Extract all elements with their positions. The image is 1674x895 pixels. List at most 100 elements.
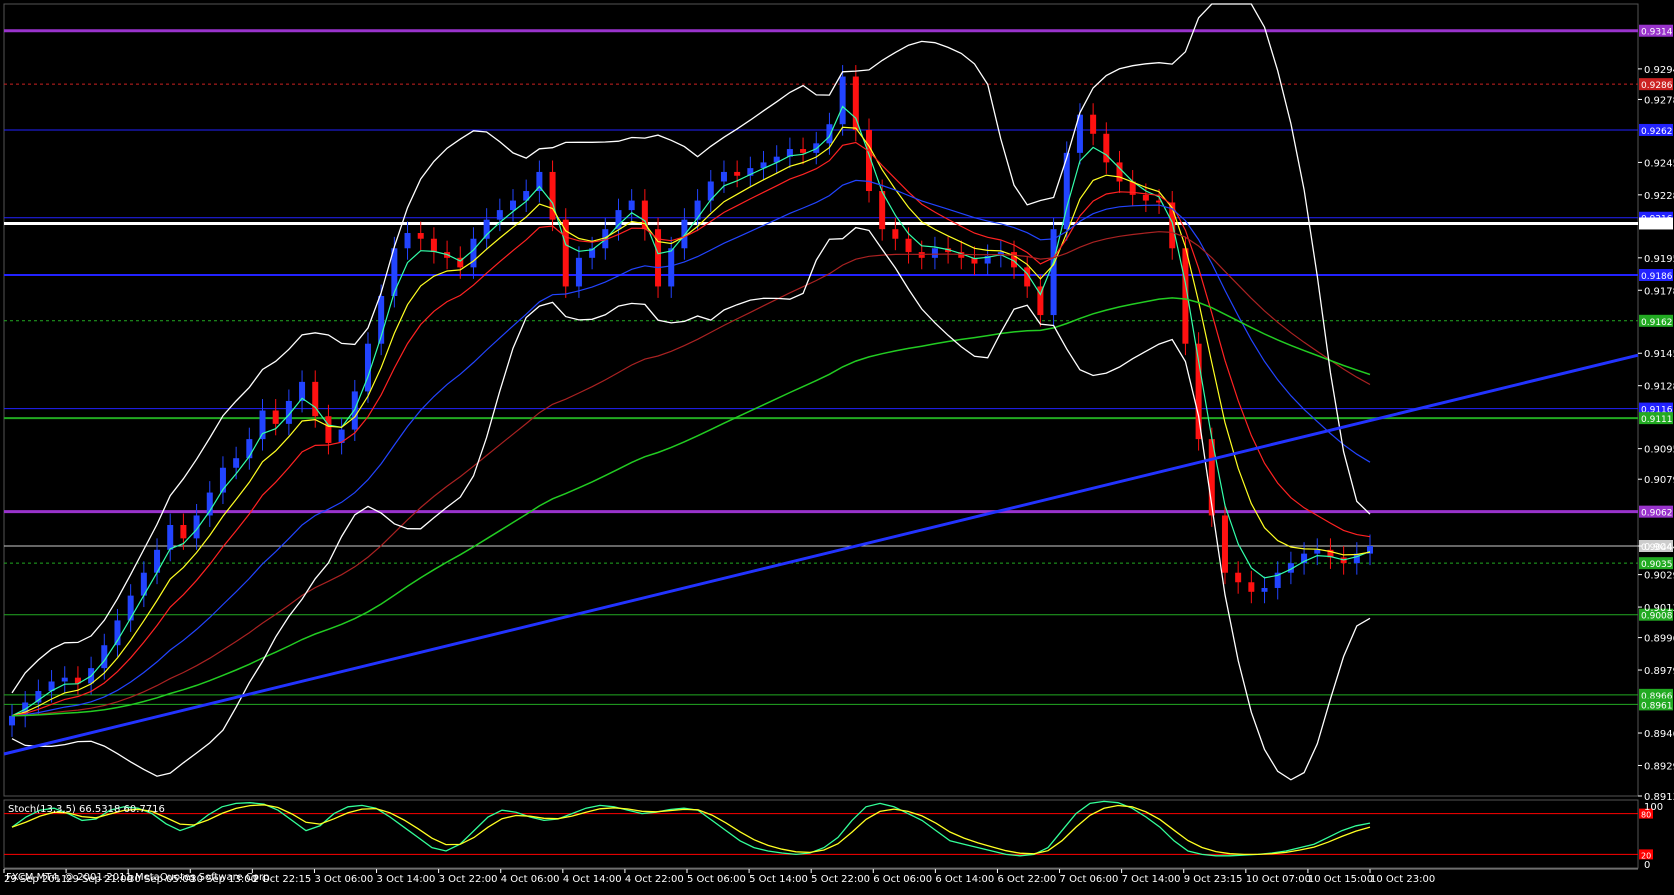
time-tick-label: 9 Oct 23:15: [1184, 874, 1243, 885]
oscillator-signal-line: [11, 804, 1371, 856]
level-price-label: 0.9314: [1641, 28, 1673, 38]
price-tick-label: 0.8946: [1644, 729, 1674, 740]
level-price-label: 0.9111: [1641, 415, 1673, 425]
candle-body: [852, 76, 859, 130]
time-tick-label: 4 Oct 06:00: [501, 874, 560, 885]
candle-body: [1248, 582, 1255, 592]
time-tick-label: 7 Oct 14:00: [1122, 874, 1181, 885]
candle-body: [1235, 572, 1242, 583]
time-tick-label: 5 Oct 06:00: [687, 874, 746, 885]
candle-body: [496, 210, 503, 220]
candle-body: [720, 171, 727, 182]
chart-canvas[interactable]: 0.93140.92860.92620.92160.92130.91860.91…: [0, 0, 1674, 895]
candle-body: [562, 219, 569, 287]
price-tick-label: 0.9294: [1644, 65, 1674, 76]
time-tick-label: 3 Oct 22:00: [439, 874, 498, 885]
candle-body: [681, 219, 688, 249]
ma-green-line: [11, 297, 1371, 717]
candle-body: [483, 219, 490, 239]
time-tick-label: 6 Oct 06:00: [873, 874, 932, 885]
time-tick-label: 6 Oct 14:00: [935, 874, 994, 885]
candle-body: [1050, 229, 1057, 316]
price-tick-label: 0.8929: [1644, 761, 1674, 772]
ma-dark-red-line: [11, 231, 1371, 717]
level-price-label: 0.9213: [1641, 220, 1673, 230]
candle-body: [510, 200, 517, 211]
oscillator-tick-label: 100: [1644, 802, 1663, 813]
candle-body: [430, 238, 437, 253]
oscillator-label: Stoch(13,3,5) 66.5318 60.7716: [8, 804, 165, 815]
candle-body: [931, 248, 938, 258]
copyright-text: FXCM MT4, © 2001-2011 MetaQuotes Softwar…: [6, 872, 273, 883]
candle-body: [892, 229, 899, 239]
price-panel-frame: [3, 3, 1639, 797]
candle-body: [9, 715, 15, 726]
level-price-label: 0.9162: [1641, 318, 1673, 328]
candle-body: [1221, 515, 1228, 573]
candle-body: [233, 458, 240, 468]
price-tick-label: 0.9128: [1644, 382, 1674, 393]
bollinger-upper-line: [11, 3, 1371, 694]
price-tick-label: 0.9095: [1644, 445, 1674, 456]
time-tick-label: 4 Oct 22:00: [625, 874, 684, 885]
candle-body: [668, 248, 675, 287]
candle-body: [694, 200, 701, 220]
candle-body: [1103, 133, 1110, 163]
candle-body: [1261, 587, 1268, 592]
price-tick-label: 0.8996: [1644, 634, 1674, 645]
price-tick-label: 0.9145: [1644, 349, 1674, 360]
candle-body: [325, 416, 332, 443]
price-tick-label: 0.9044: [1644, 542, 1674, 553]
level-price-label: 0.9286: [1641, 81, 1673, 91]
time-tick-label: 5 Oct 22:00: [811, 874, 870, 885]
bollinger-lower-line: [11, 226, 1371, 781]
candle-body: [800, 149, 807, 153]
level-price-label: 0.9262: [1641, 127, 1673, 137]
candle-body: [259, 410, 266, 440]
time-tick-label: 10 Oct 15:00: [1308, 874, 1373, 885]
price-tick-label: 0.9178: [1644, 286, 1674, 297]
ma-fast-line: [11, 105, 1371, 717]
level-price-label: 0.8961: [1641, 701, 1673, 711]
trendline: [3, 353, 1639, 756]
price-tick-label: 0.9195: [1644, 254, 1674, 265]
time-tick-label: 3 Oct 06:00: [314, 874, 373, 885]
candle-body: [734, 171, 741, 176]
price-tick-label: 0.9228: [1644, 191, 1674, 202]
candle-body: [839, 76, 846, 125]
candle-body: [1090, 114, 1097, 134]
candle-body: [364, 343, 371, 392]
time-tick-label: 10 Oct 07:00: [1246, 874, 1311, 885]
price-tick-label: 0.9079: [1644, 475, 1674, 486]
level-price-label: 0.9062: [1641, 509, 1673, 519]
price-tick-label: 0.9278: [1644, 95, 1674, 106]
candle-body: [127, 595, 134, 621]
price-tick-label: 0.8979: [1644, 666, 1674, 677]
price-tick-label: 0.9012: [1644, 603, 1674, 614]
price-tick-label: 0.9245: [1644, 158, 1674, 169]
time-tick-label: 10 Oct 23:00: [1370, 874, 1435, 885]
candle-body: [826, 124, 833, 144]
candle-body: [404, 233, 411, 249]
candle-body: [417, 233, 424, 239]
candle-body: [180, 525, 187, 539]
oscillator-tick-label: 0: [1644, 860, 1650, 871]
price-tick-label: 0.9029: [1644, 571, 1674, 582]
candle-body: [1142, 194, 1149, 201]
candle-body: [1314, 549, 1321, 554]
oscillator-panel-frame: [3, 799, 1639, 869]
candle-body: [167, 525, 174, 550]
candle-body: [351, 391, 358, 430]
candle-body: [905, 238, 912, 253]
ma-blue-line: [11, 179, 1371, 717]
candle-body: [61, 677, 68, 682]
candle-body: [628, 200, 635, 211]
candle-body: [575, 257, 582, 287]
ma-yellow-line: [11, 126, 1371, 717]
level-price-label: 0.9186: [1641, 272, 1673, 282]
level-price-label: 0.9035: [1641, 560, 1673, 570]
time-tick-label: 6 Oct 22:00: [997, 874, 1056, 885]
time-tick-label: 3 Oct 14:00: [377, 874, 436, 885]
candle-body: [272, 410, 279, 424]
time-tick-label: 7 Oct 06:00: [1060, 874, 1119, 885]
